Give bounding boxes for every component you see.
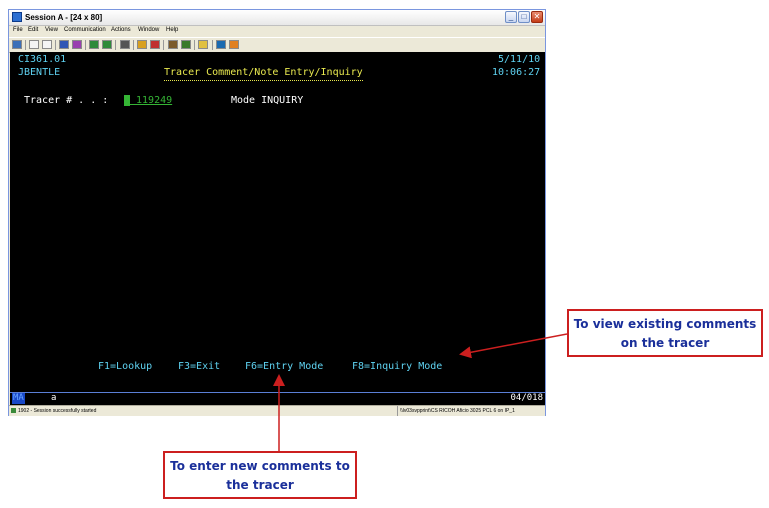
annotation-arrows <box>273 333 568 451</box>
callout-view-existing: To view existing comments on the tracer <box>567 309 763 357</box>
arrow-to-inquiry-mode <box>459 333 568 359</box>
callout-enter-new: To enter new comments to the tracer <box>163 451 357 499</box>
